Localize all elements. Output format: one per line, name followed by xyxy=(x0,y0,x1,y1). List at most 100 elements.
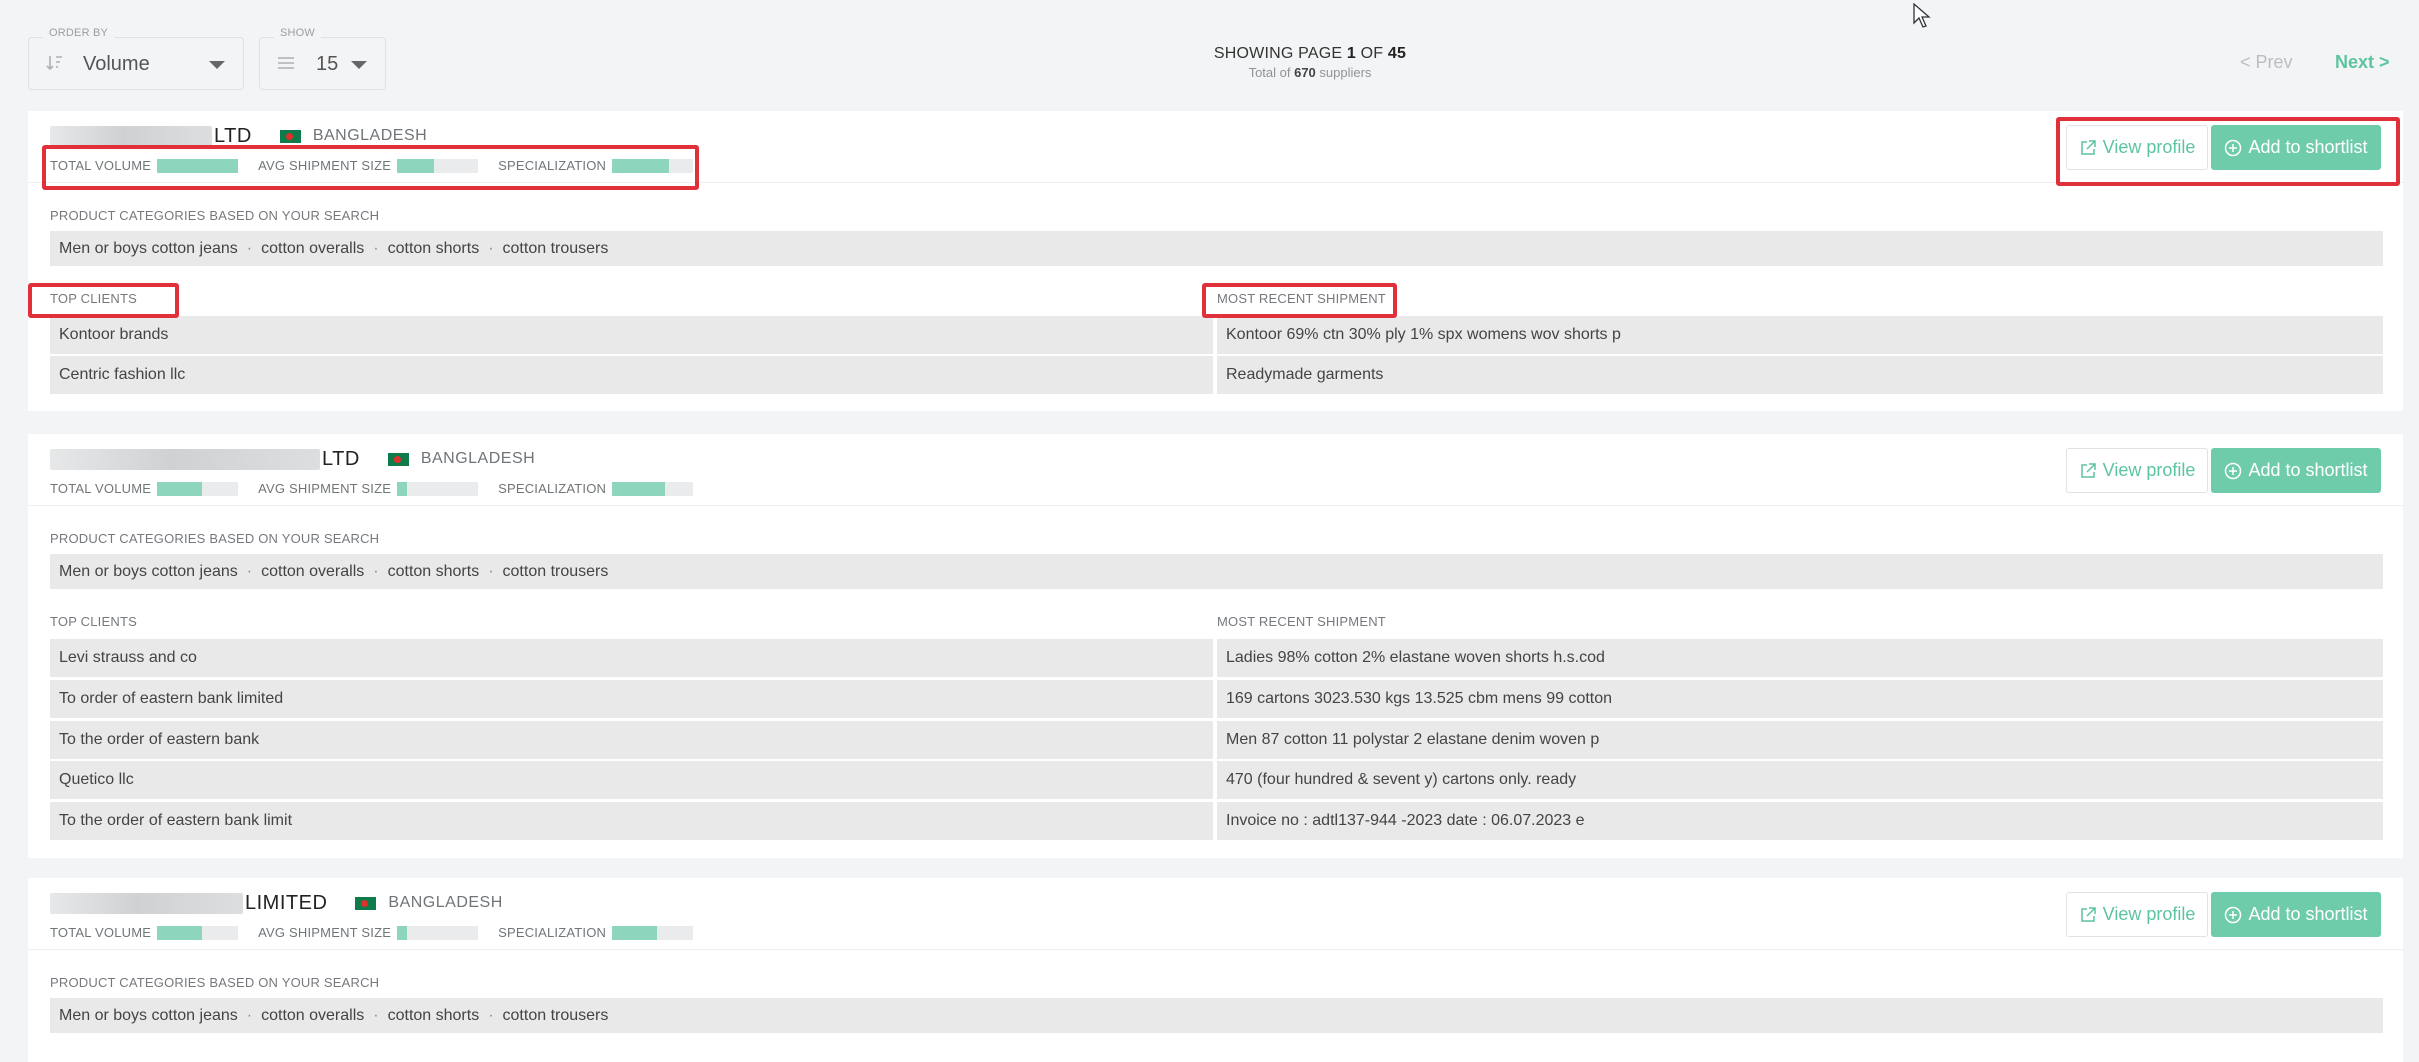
category-tag: cotton shorts xyxy=(387,562,480,580)
supplier-name-suffix: LTD xyxy=(214,124,252,147)
supplier-header: LTD BANGLADESH TOTAL VOLUME AVG SHIPMENT… xyxy=(28,111,2403,183)
specialization-metric: SPECIALIZATION xyxy=(498,158,694,173)
category-tag: Men or boys cotton jeans xyxy=(59,239,238,257)
prev-page-link[interactable]: < Prev xyxy=(2240,52,2293,73)
avg-shipment-label: AVG SHIPMENT SIZE xyxy=(258,158,392,173)
redacted-name xyxy=(50,125,212,147)
specialization-bar xyxy=(612,158,669,173)
product-categories-label: PRODUCT CATEGORIES BASED ON YOUR SEARCH xyxy=(50,531,380,546)
supplier-card: LIMITED BANGLADESH TOTAL VOLUME AVG SHIP… xyxy=(28,878,2403,1062)
paging-title: SHOWING PAGE 1 OF 45 xyxy=(1213,45,1407,62)
category-tag: cotton overalls xyxy=(261,1006,365,1024)
current-page: 1 xyxy=(1346,45,1356,62)
view-profile-button[interactable]: View profile xyxy=(2066,125,2208,170)
total-volume-label: TOTAL VOLUME xyxy=(50,481,152,496)
mouse-cursor-icon xyxy=(1913,3,1931,28)
supplier-country: BANGLADESH xyxy=(420,450,536,467)
total-volume-label: TOTAL VOLUME xyxy=(50,925,152,940)
plus-circle-icon xyxy=(2225,906,2242,923)
total-volume-metric: TOTAL VOLUME xyxy=(50,481,239,496)
add-to-shortlist-button[interactable]: Add to shortlist xyxy=(2211,892,2381,937)
avg-shipment-bar xyxy=(397,158,434,173)
supplier-name[interactable]: LTD BANGLADESH xyxy=(50,447,535,471)
external-link-icon xyxy=(2080,906,2096,922)
top-client-cell: Levi strauss and co xyxy=(50,639,1213,677)
order-by-value: Volume xyxy=(83,53,150,75)
top-client-cell: To order of eastern bank limited xyxy=(50,680,1213,718)
most-recent-shipment-label: MOST RECENT SHIPMENT xyxy=(1217,291,1386,306)
product-categories: Men or boys cotton jeans · cotton overall… xyxy=(50,554,2383,589)
supplier-country: BANGLADESH xyxy=(388,894,503,911)
total-volume-metric: TOTAL VOLUME xyxy=(50,158,239,173)
specialization-label: SPECIALIZATION xyxy=(498,925,607,940)
total-volume-label: TOTAL VOLUME xyxy=(50,158,152,173)
shipment-cell: Readymade garments xyxy=(1217,356,2383,394)
avg-shipment-metric: AVG SHIPMENT SIZE xyxy=(258,481,479,496)
total-count: 670 xyxy=(1294,65,1316,80)
supplier-metrics: TOTAL VOLUME AVG SHIPMENT SIZE SPECIALIZ… xyxy=(50,158,713,173)
total-volume-bar xyxy=(157,481,202,496)
most-recent-shipment-label: MOST RECENT SHIPMENT xyxy=(1217,614,1386,629)
bangladesh-flag-icon xyxy=(387,452,409,466)
product-categories: Men or boys cotton jeans · cotton overall… xyxy=(50,998,2383,1033)
supplier-name[interactable]: LTD BANGLADESH xyxy=(50,124,427,148)
redacted-name xyxy=(50,892,243,914)
redacted-name xyxy=(50,448,320,470)
shipment-cell: Kontoor 69% ctn 30% ply 1% spx womens wo… xyxy=(1217,316,2383,354)
supplier-header: LTD BANGLADESH TOTAL VOLUME AVG SHIPMENT… xyxy=(28,434,2403,506)
supplier-metrics: TOTAL VOLUME AVG SHIPMENT SIZE SPECIALIZ… xyxy=(50,925,713,940)
paging-total: Total of 670 suppliers xyxy=(1248,65,1372,80)
shipment-cell: 470 (four hundred & sevent y) cartons on… xyxy=(1217,761,2383,799)
total-volume-bar xyxy=(157,158,239,173)
next-page-link[interactable]: Next > xyxy=(2335,52,2390,73)
category-tag: cotton shorts xyxy=(387,1006,480,1024)
specialization-metric: SPECIALIZATION xyxy=(498,481,694,496)
show-select[interactable]: SHOW 15 xyxy=(259,27,386,90)
view-profile-button[interactable]: View profile xyxy=(2066,448,2208,493)
plus-circle-icon xyxy=(2225,139,2242,156)
top-clients-label: TOP CLIENTS xyxy=(50,614,137,629)
product-categories: Men or boys cotton jeans · cotton overall… xyxy=(50,231,2383,266)
specialization-bar xyxy=(612,481,665,496)
sort-icon xyxy=(45,53,65,73)
avg-shipment-label: AVG SHIPMENT SIZE xyxy=(258,925,392,940)
top-client-cell: To the order of eastern bank xyxy=(50,721,1213,759)
category-tag: cotton trousers xyxy=(502,1006,609,1024)
specialization-bar xyxy=(612,925,657,940)
shipment-cell: Ladies 98% cotton 2% elastane woven shor… xyxy=(1217,639,2383,677)
order-by-select[interactable]: ORDER BY Volume xyxy=(28,27,244,90)
category-tag: cotton overalls xyxy=(261,239,365,257)
avg-shipment-metric: AVG SHIPMENT SIZE xyxy=(258,158,479,173)
add-to-shortlist-button[interactable]: Add to shortlist xyxy=(2211,448,2381,493)
view-profile-button[interactable]: View profile xyxy=(2066,892,2208,937)
category-tag: Men or boys cotton jeans xyxy=(59,562,238,580)
category-tag: cotton overalls xyxy=(261,562,365,580)
supplier-name-suffix: LTD xyxy=(322,447,360,470)
total-volume-bar xyxy=(157,925,202,940)
category-tag: cotton trousers xyxy=(502,239,609,257)
specialization-label: SPECIALIZATION xyxy=(498,481,607,496)
chevron-down-icon xyxy=(351,61,367,69)
supplier-header: LIMITED BANGLADESH TOTAL VOLUME AVG SHIP… xyxy=(28,878,2403,950)
avg-shipment-bar xyxy=(397,481,407,496)
category-tag: Men or boys cotton jeans xyxy=(59,1006,238,1024)
supplier-name-suffix: LIMITED xyxy=(245,891,328,914)
supplier-card: LTD BANGLADESH TOTAL VOLUME AVG SHIPMENT… xyxy=(28,434,2403,858)
category-tag: cotton trousers xyxy=(502,562,609,580)
specialization-metric: SPECIALIZATION xyxy=(498,925,694,940)
external-link-icon xyxy=(2080,139,2096,155)
shipment-cell: Invoice no : adtl137-944 -2023 date : 06… xyxy=(1217,802,2383,840)
total-volume-metric: TOTAL VOLUME xyxy=(50,925,239,940)
bangladesh-flag-icon xyxy=(279,129,301,143)
show-value: 15 xyxy=(316,53,339,75)
top-client-cell: Kontoor brands xyxy=(50,316,1213,354)
shipment-cell: 169 cartons 3023.530 kgs 13.525 cbm mens… xyxy=(1217,680,2383,718)
bangladesh-flag-icon xyxy=(355,896,377,910)
shipment-cell: Men 87 cotton 11 polystar 2 elastane den… xyxy=(1217,721,2383,759)
external-link-icon xyxy=(2080,462,2096,478)
add-to-shortlist-button[interactable]: Add to shortlist xyxy=(2211,125,2381,170)
supplier-card: LTD BANGLADESH TOTAL VOLUME AVG SHIPMENT… xyxy=(28,111,2403,411)
supplier-name[interactable]: LIMITED BANGLADESH xyxy=(50,891,503,915)
list-icon xyxy=(276,53,296,73)
product-categories-label: PRODUCT CATEGORIES BASED ON YOUR SEARCH xyxy=(50,208,380,223)
